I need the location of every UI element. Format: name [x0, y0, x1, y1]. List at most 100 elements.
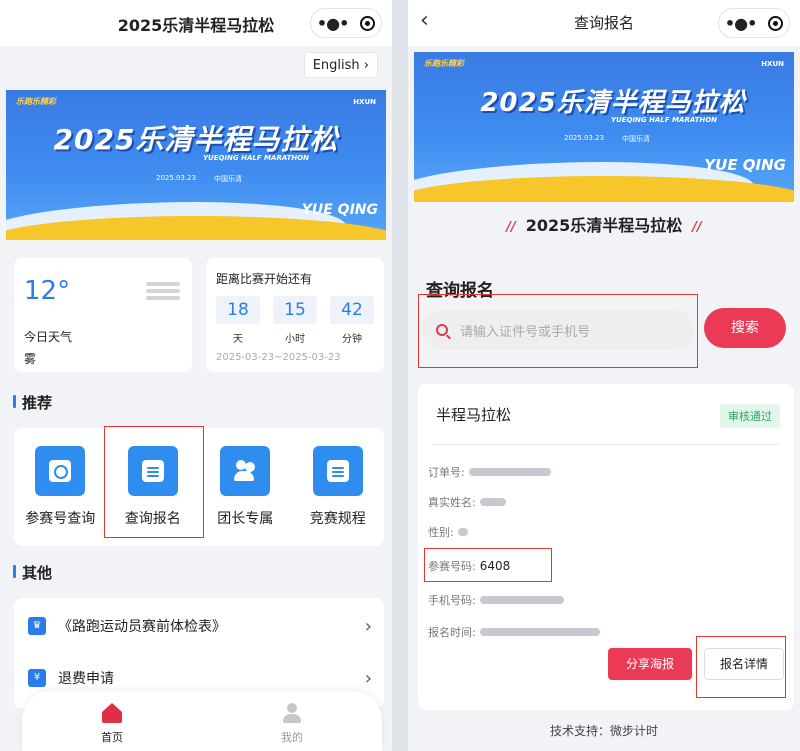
- hours-unit: 小时: [285, 334, 305, 345]
- banner-date: 2025.03.23: [564, 134, 605, 142]
- menu-bib-query[interactable]: 参赛号查询: [20, 446, 100, 528]
- document-search-icon: [141, 460, 164, 482]
- close-target-icon[interactable]: [360, 15, 376, 31]
- menu-label: 参赛号查询: [25, 511, 96, 527]
- result-card: 半程马拉松 审核通过 订单号: 真实姓名: 性别: 参赛号码: 6408 手机号码…: [418, 384, 794, 710]
- bib-number-row: 参赛号码: 6408: [428, 558, 510, 574]
- race-name: 半程马拉松: [436, 406, 512, 424]
- hours-value: 15: [273, 296, 317, 324]
- redacted-value: [479, 628, 600, 636]
- home-screen: 2025乐清半程马拉松 •●• English › 乐跑乐精彩 HXUN 202…: [0, 0, 392, 751]
- banner-city: YUE QING: [704, 156, 786, 174]
- menu-rules[interactable]: 竞赛规程: [298, 446, 378, 528]
- banner-logo: 乐跑乐精彩: [424, 59, 464, 68]
- list-item-health-form[interactable]: ♛ 《路跑运动员赛前体检表》 ›: [14, 600, 384, 652]
- countdown-minutes: 42 分钟: [330, 296, 374, 345]
- field-label: 订单号:: [428, 466, 465, 479]
- mini-program-capsule[interactable]: •●•: [718, 8, 790, 38]
- event-title-text: 2025乐清半程马拉松: [525, 216, 683, 235]
- nav-bar: 2025乐清半程马拉松 •●•: [0, 0, 392, 46]
- weather-label: 今日天气: [24, 330, 73, 344]
- event-banner: 乐跑乐精彩 HXUN 2025乐清半程马拉松 YUEQING HALF MARA…: [414, 52, 794, 202]
- countdown-range: 2025-03-23~2025-03-23: [216, 352, 341, 363]
- list-item-label: 退费申请: [58, 671, 114, 687]
- close-target-icon[interactable]: [768, 15, 784, 31]
- bib-number-value: 6408: [479, 559, 511, 573]
- registration-detail-button[interactable]: 报名详情: [704, 648, 784, 680]
- search-input[interactable]: 请输入证件号或手机号: [422, 310, 694, 350]
- event-title: // 2025乐清半程马拉松 //: [408, 212, 800, 236]
- real-name-row: 真实姓名:: [428, 494, 506, 510]
- more-icon[interactable]: •●•: [725, 14, 757, 33]
- share-poster-button[interactable]: 分享海报: [608, 648, 692, 680]
- banner-subtitle: YUEQING HALF MARATHON: [202, 154, 310, 162]
- weather-temperature: 12°: [24, 276, 71, 306]
- tab-label: 首页: [101, 731, 123, 744]
- chevron-right-icon: ›: [364, 615, 372, 637]
- divider: [432, 444, 780, 445]
- banner-logo: 乐跑乐精彩: [16, 97, 56, 106]
- search-placeholder: 请输入证件号或手机号: [460, 324, 591, 340]
- user-icon: [282, 703, 302, 723]
- tab-bar: 首页 我的: [22, 691, 382, 751]
- recommend-panel: 参赛号查询 查询报名 团长专属 竞赛规程: [14, 428, 384, 546]
- sponsor-logo: HXUN: [761, 60, 784, 68]
- tech-support: 技术支持：微步计时: [549, 724, 658, 738]
- redacted-value: [468, 468, 551, 476]
- tab-home[interactable]: 首页: [22, 691, 202, 751]
- field-label: 性别:: [428, 526, 454, 539]
- trophy-icon: ♛: [28, 617, 46, 635]
- countdown-heading: 距离比赛开始还有: [216, 272, 313, 286]
- minutes-value: 42: [330, 296, 374, 324]
- refund-icon: ¥: [28, 669, 46, 687]
- event-banner: 乐跑乐精彩 HXUN 2025乐清半程马拉松 YUEQING HALF MARA…: [6, 90, 386, 240]
- weather-card: 12° 今日天气 雾: [14, 258, 192, 372]
- countdown-hours: 15 小时: [273, 296, 317, 345]
- team-icon: [234, 460, 256, 482]
- section-title: 查询报名: [426, 281, 494, 301]
- banner-date: 2025.03.23: [156, 174, 197, 182]
- status-badge: 审核通过: [720, 404, 780, 428]
- banner-place: 中国乐清: [214, 175, 242, 183]
- mini-program-capsule[interactable]: •●•: [310, 8, 382, 38]
- search-button[interactable]: 搜索: [704, 308, 786, 348]
- field-label: 真实姓名:: [428, 496, 476, 509]
- banner-city: YUE QING: [301, 202, 378, 218]
- countdown-days: 18 天: [216, 296, 260, 345]
- menu-team-leader[interactable]: 团长专属: [205, 446, 285, 528]
- fog-icon: [146, 282, 180, 303]
- query-screen: ‹ 查询报名 •●• 乐跑乐精彩 HXUN 2025乐清半程马拉松 YUEQIN…: [408, 0, 800, 751]
- days-unit: 天: [233, 334, 243, 345]
- other-title: 其他: [12, 564, 53, 582]
- phone-row: 手机号码:: [428, 592, 564, 608]
- menu-label: 团长专属: [217, 511, 274, 527]
- registration-time-row: 报名时间:: [428, 624, 600, 640]
- menu-label: 竞赛规程: [309, 511, 366, 527]
- banner-title: 2025乐清半程马拉松: [480, 88, 746, 118]
- redacted-value: [479, 596, 564, 604]
- menu-registration-query[interactable]: 查询报名: [113, 446, 193, 528]
- redacted-value: [479, 498, 506, 506]
- recommend-title: 推荐: [12, 394, 53, 412]
- banner-place: 中国乐清: [622, 135, 650, 143]
- language-label: English: [312, 58, 360, 73]
- sponsor-logo: HXUN: [353, 98, 376, 106]
- minutes-unit: 分钟: [342, 334, 362, 345]
- weather-value: 雾: [24, 352, 37, 366]
- tab-label: 我的: [281, 731, 303, 744]
- home-icon: [102, 703, 122, 723]
- tab-mine[interactable]: 我的: [202, 691, 382, 751]
- more-icon[interactable]: •●•: [317, 14, 349, 33]
- field-label: 手机号码:: [428, 594, 476, 607]
- banner-subtitle: YUEQING HALF MARATHON: [610, 116, 718, 124]
- search-icon: [49, 460, 72, 482]
- nav-bar: ‹ 查询报名 •●•: [408, 0, 800, 46]
- language-button[interactable]: English ›: [303, 52, 378, 78]
- decor-slash-icon: //: [506, 220, 516, 235]
- countdown-card: 距离比赛开始还有 18 天 15 小时 42 分钟 2025-03-23~202…: [206, 258, 384, 372]
- list-item-label: 《路跑运动员赛前体检表》: [58, 619, 226, 635]
- gender-row: 性别:: [428, 524, 468, 540]
- redacted-value: [457, 528, 468, 536]
- rules-icon: [326, 460, 349, 482]
- field-label: 参赛号码:: [428, 560, 476, 573]
